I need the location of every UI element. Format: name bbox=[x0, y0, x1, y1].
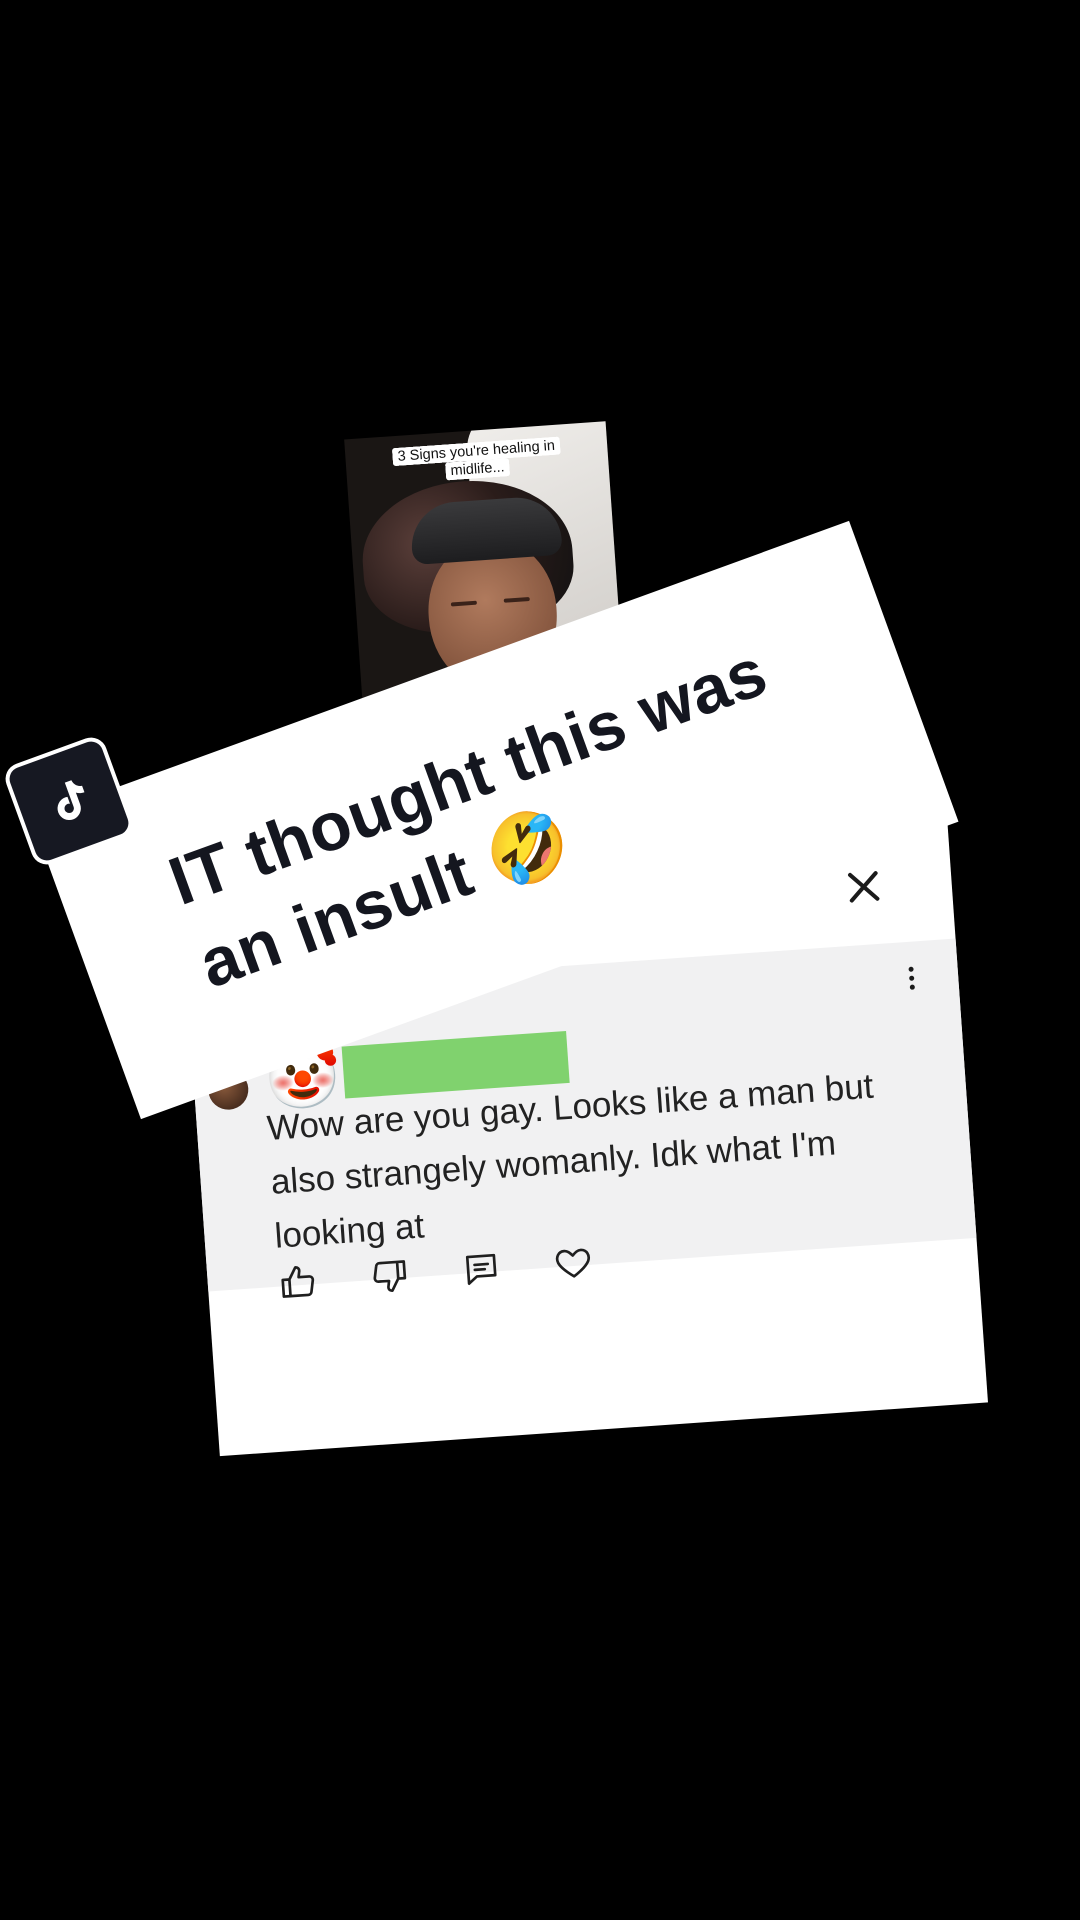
tiktok-note-icon bbox=[57, 780, 85, 821]
thumbs-up-icon[interactable] bbox=[277, 1261, 320, 1304]
heart-icon[interactable] bbox=[552, 1242, 595, 1285]
reply-icon[interactable] bbox=[460, 1248, 503, 1291]
close-icon[interactable] bbox=[840, 863, 887, 910]
more-vertical-icon[interactable] bbox=[903, 966, 919, 997]
thumbs-down-icon[interactable] bbox=[368, 1254, 411, 1297]
